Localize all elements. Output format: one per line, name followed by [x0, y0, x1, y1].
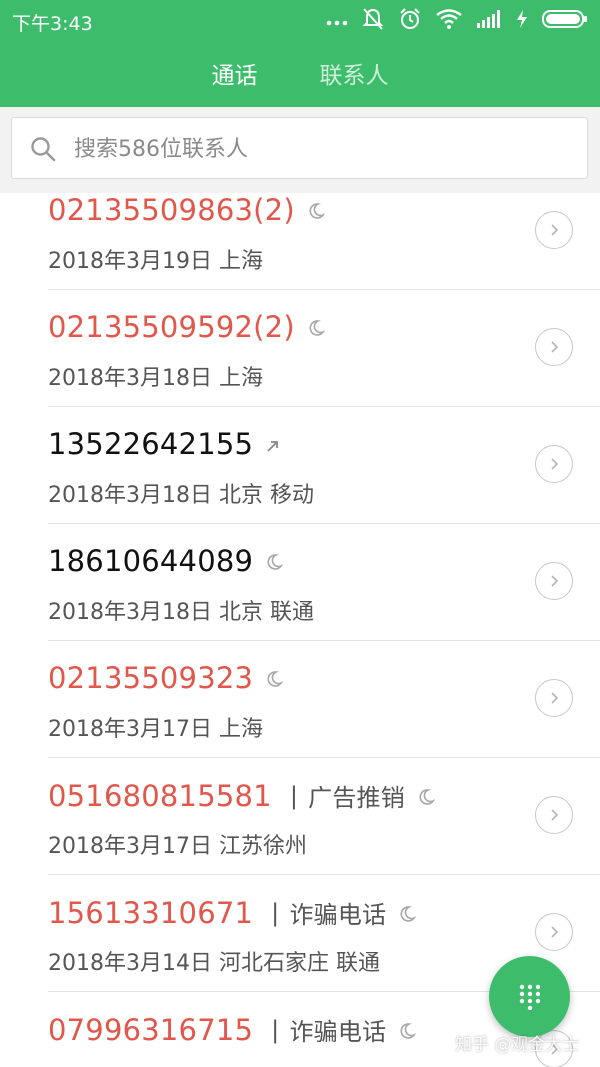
chevron-right-icon [551, 458, 559, 470]
tag-separator: | [271, 1015, 280, 1044]
search-input[interactable] [72, 130, 556, 168]
call-number: 051680815581 [48, 778, 272, 813]
call-detail: 2018年3月18日 上海 [48, 366, 263, 391]
call-detail: 2018年3月17日 江苏徐州 [48, 834, 307, 859]
call-row[interactable]: 18610644089 2018年3月18日 北京 联通 [0, 524, 600, 641]
moon-icon [398, 1013, 417, 1047]
outgoing-arrow-icon [265, 427, 281, 461]
call-tag: 广告推销 [308, 784, 405, 812]
search-bar [0, 107, 600, 193]
call-number: 13522642155 [48, 427, 254, 461]
bell-muted-icon [362, 8, 384, 30]
call-row[interactable]: 051680815581 | 广告推销 2018年3月17日 江苏徐州 [0, 758, 600, 875]
chevron-right-icon [551, 575, 559, 587]
status-icons [326, 7, 588, 31]
call-detail: 2018年3月19日 上海 [48, 249, 263, 274]
call-detail-button[interactable] [535, 328, 573, 366]
watermark: 知乎 @观金大士 [455, 1035, 580, 1055]
call-number-line: 051680815581 | 广告推销 [48, 778, 436, 813]
dialpad-icon [519, 984, 540, 1010]
status-time: 下午3:43 [12, 13, 93, 35]
call-detail: 2018年3月13日 江西萍乡 [48, 1062, 307, 1067]
call-number: 18610644089 [48, 544, 254, 578]
call-detail-button[interactable] [535, 562, 573, 600]
call-number: 02135509323 [48, 661, 254, 695]
call-detail: 2018年3月17日 上海 [48, 717, 263, 742]
call-number: 02135509592(2) [48, 310, 295, 344]
call-row[interactable]: 02135509323 2018年3月17日 上海 [0, 641, 600, 758]
call-number-line: 18610644089 [48, 544, 284, 578]
call-number-line: 13522642155 [48, 427, 281, 461]
call-number: 02135509863(2) [48, 193, 295, 227]
call-log-list: 02135509863(2) 2018年3月19日 上海 02135509592(2… [0, 193, 600, 1067]
search-box[interactable] [11, 117, 588, 179]
tag-separator: | [289, 781, 299, 810]
tab-contacts[interactable]: 联系人 [320, 56, 389, 96]
status-bar: 下午3:43 [0, 0, 600, 40]
tab-bar: 通话 联系人 [0, 56, 600, 96]
call-detail: 2018年3月18日 北京 移动 [48, 483, 314, 508]
call-detail: 2018年3月14日 河北石家庄 联通 [48, 951, 380, 976]
call-row[interactable]: 02135509863(2) 2018年3月19日 上海 [0, 193, 600, 290]
call-tag: 诈骗电话 [289, 901, 387, 929]
signal-icon [477, 10, 500, 28]
call-detail-button[interactable] [535, 796, 573, 834]
call-number-line: 02135509592(2) [48, 310, 326, 344]
alarm-icon [400, 8, 420, 29]
chevron-right-icon [551, 341, 559, 353]
call-number-line: 02135509863(2) [48, 193, 326, 227]
call-number: 07996316715 [48, 1012, 254, 1047]
call-detail-button[interactable] [535, 211, 573, 249]
more-dots-icon [326, 20, 348, 26]
call-number-line: 07996316715 | 诈骗电话 [48, 1012, 417, 1047]
call-row[interactable]: 13522642155 2018年3月18日 北京 移动 [0, 407, 600, 524]
battery-icon [542, 10, 587, 28]
moon-icon [265, 661, 284, 695]
search-icon [31, 137, 56, 162]
call-tag: 诈骗电话 [289, 1018, 387, 1046]
call-number-line: 02135509323 [48, 661, 284, 695]
call-detail-button[interactable] [535, 679, 573, 717]
call-detail-button[interactable] [535, 913, 573, 951]
moon-icon [265, 544, 284, 578]
chevron-right-icon [551, 692, 559, 704]
chevron-right-icon [551, 224, 559, 236]
chevron-right-icon [551, 809, 559, 821]
chevron-right-icon [551, 926, 559, 938]
call-number: 15613310671 [48, 895, 254, 930]
moon-icon [307, 193, 326, 227]
moon-icon [417, 779, 436, 813]
dialpad-fab[interactable] [489, 956, 570, 1037]
tag-separator: | [271, 898, 280, 927]
charging-icon [517, 10, 527, 28]
tab-calls[interactable]: 通话 [212, 56, 258, 96]
call-detail-button[interactable] [535, 445, 573, 483]
wifi-icon [436, 9, 462, 29]
call-row[interactable]: 02135509592(2) 2018年3月18日 上海 [0, 290, 600, 407]
moon-icon [398, 896, 417, 930]
app-header: 下午3:43 通话 联系人 [0, 0, 600, 107]
moon-icon [307, 310, 326, 344]
call-detail: 2018年3月18日 北京 联通 [48, 600, 314, 625]
call-number-line: 15613310671 | 诈骗电话 [48, 895, 417, 930]
